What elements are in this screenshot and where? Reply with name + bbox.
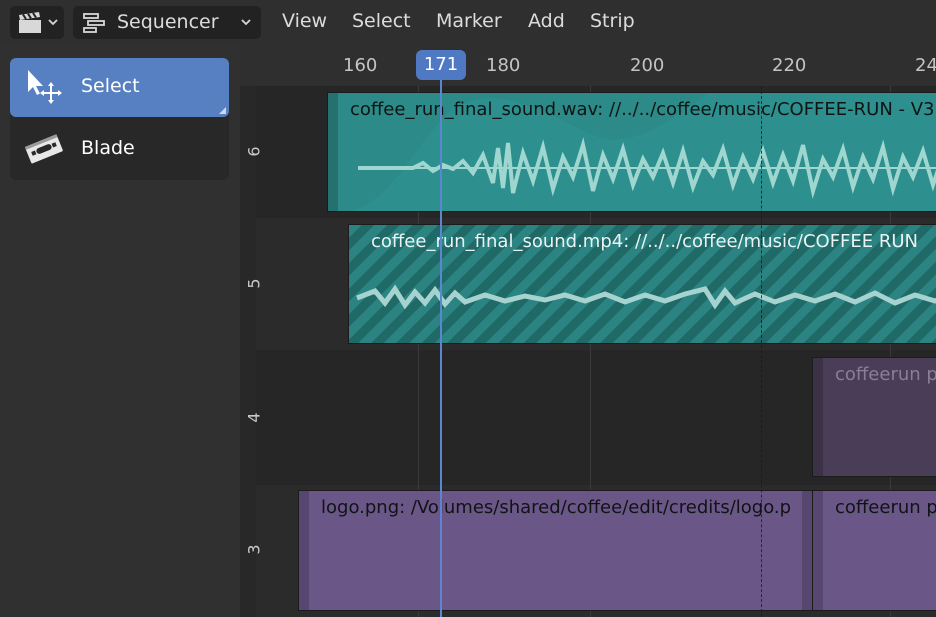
strip-handle-left[interactable]	[813, 491, 823, 610]
audio-waveform	[356, 284, 936, 310]
select-tweak-icon	[28, 70, 62, 104]
current-frame-indicator[interactable]: 171	[416, 50, 466, 80]
clapperboard-icon	[19, 12, 41, 33]
channel-number: 4	[244, 412, 264, 423]
channel-number: 3	[244, 544, 264, 555]
tool-select-label: Select	[81, 75, 140, 97]
ruler-tick: 180	[486, 55, 521, 76]
strip-label: coffee_run_final_sound.mp4: //../../coff…	[371, 231, 919, 252]
ruler-tick: 160	[343, 55, 378, 76]
tool-shelf: Select Blade	[0, 44, 240, 617]
playhead[interactable]	[440, 80, 442, 617]
menu-strip[interactable]: Strip	[590, 10, 635, 32]
chevron-down-icon	[241, 19, 251, 26]
movie-strip[interactable]: coffee_run_final_sound.mp4: //../../coff…	[348, 224, 936, 344]
mode-selector[interactable]: Sequencer	[73, 6, 261, 39]
strip-handle-left[interactable]	[813, 358, 823, 476]
sound-strip[interactable]: coffee_run_final_sound.wav: //../../coff…	[327, 92, 936, 212]
menu-select[interactable]: Select	[352, 10, 411, 32]
tool-blade[interactable]: Blade	[10, 120, 229, 179]
channel-number: 5	[244, 278, 264, 289]
strip-label: coffeerun p	[835, 364, 936, 385]
tool-options-corner	[219, 107, 226, 114]
frame-ruler[interactable]: 160 180 200 220 24	[240, 44, 936, 86]
menu-view[interactable]: View	[282, 10, 327, 32]
tool-select[interactable]: Select	[10, 58, 229, 117]
channel-column	[240, 86, 256, 617]
strip-handle-right[interactable]	[802, 491, 812, 610]
menu-add[interactable]: Add	[528, 10, 565, 32]
mode-label: Sequencer	[117, 11, 219, 33]
strip-handle-left[interactable]	[299, 491, 309, 610]
sequencer-timeline[interactable]: 160 180 200 220 24 6 5 4 3 coffee_run_fi…	[240, 44, 936, 617]
image-strip-logo[interactable]: logo.png: /Volumes/shared/coffee/edit/cr…	[298, 490, 813, 611]
image-strip[interactable]: coffeerun p	[812, 357, 936, 477]
tool-group: Select Blade	[10, 58, 229, 180]
tool-blade-label: Blade	[81, 137, 135, 159]
editor-header: Sequencer View Select Marker Add Strip	[0, 0, 936, 44]
ruler-tick: 24	[915, 55, 936, 76]
editor-type-button[interactable]	[10, 6, 64, 39]
ruler-tick: 200	[630, 55, 665, 76]
chevron-down-icon	[48, 19, 58, 26]
strip-label: coffeerun p	[835, 497, 936, 518]
marker-line	[761, 86, 762, 617]
strip-label: logo.png: /Volumes/shared/coffee/edit/cr…	[321, 497, 792, 518]
menu-marker[interactable]: Marker	[436, 10, 502, 32]
razor-blade-icon	[24, 134, 63, 164]
image-strip[interactable]: coffeerun p	[812, 490, 936, 611]
sequencer-icon	[83, 13, 105, 33]
strip-label: coffee_run_final_sound.wav: //../../coff…	[350, 99, 935, 120]
channel-number: 6	[244, 146, 264, 157]
ruler-tick: 220	[772, 55, 807, 76]
